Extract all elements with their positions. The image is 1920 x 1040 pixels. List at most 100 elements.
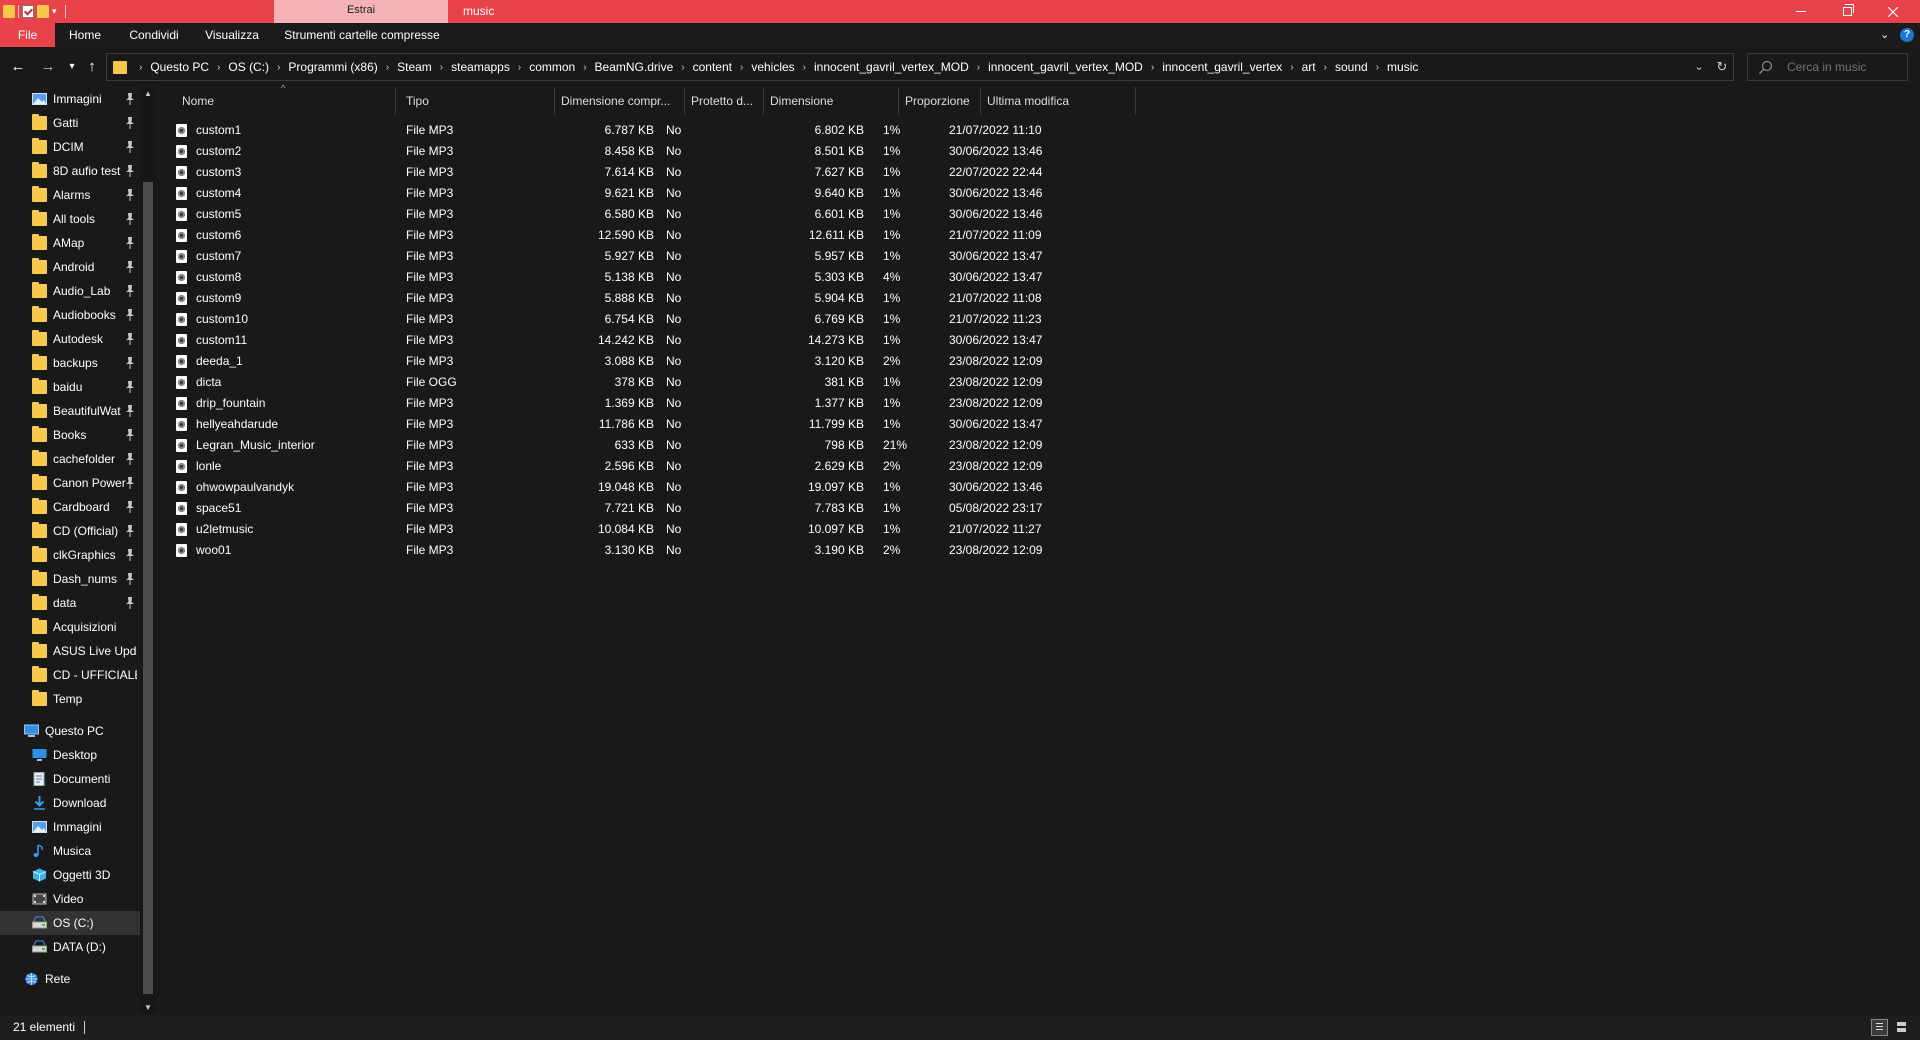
new-folder-icon[interactable] (37, 5, 49, 18)
minimize-button[interactable] (1778, 0, 1824, 23)
file-row[interactable]: custom1 File MP3 6.787 KB No 6.802 KB 1% 21/07… (176, 120, 1376, 141)
breadcrumb-item[interactable]: Steam (397, 60, 432, 74)
breadcrumb-separator-chevron-icon[interactable]: › (1290, 62, 1293, 73)
nav-item[interactable]: Audiobooks (0, 303, 140, 327)
file-row[interactable]: hellyeahdarude File MP3 11.786 KB No 11.799 … (176, 414, 1376, 435)
file-row[interactable]: dicta File OGG 378 KB No 381 KB 1% 23/08/2022 … (176, 372, 1376, 393)
breadcrumb-separator-chevron-icon[interactable]: › (803, 62, 806, 73)
file-row[interactable]: lonle File MP3 2.596 KB No 2.629 KB 2% 23/08/2… (176, 456, 1376, 477)
breadcrumb-item[interactable]: music (1387, 60, 1418, 74)
scroll-up-arrow-icon[interactable]: ▲ (140, 87, 156, 101)
breadcrumb-separator-chevron-icon[interactable]: › (740, 62, 743, 73)
tab-home[interactable]: Home (61, 23, 109, 47)
up-button[interactable]: ↑ (82, 47, 102, 87)
breadcrumb-separator-chevron-icon[interactable]: › (1324, 62, 1327, 73)
breadcrumb-item[interactable]: BeamNG.drive (595, 60, 674, 74)
breadcrumb-separator-chevron-icon[interactable]: › (217, 62, 220, 73)
nav-item[interactable]: OS (C:) (0, 911, 140, 935)
column-header-protected[interactable]: Protetto d... (685, 87, 764, 115)
breadcrumb-item[interactable]: innocent_gavril_vertex_MOD (814, 60, 969, 74)
breadcrumb-item[interactable]: art (1302, 60, 1316, 74)
nav-item[interactable]: Cardboard (0, 495, 140, 519)
breadcrumb-item[interactable]: Programmi (x86) (288, 60, 377, 74)
breadcrumb-item[interactable]: innocent_gavril_vertex_MOD (988, 60, 1143, 74)
nav-item[interactable]: Android (0, 255, 140, 279)
nav-item[interactable]: Oggetti 3D (0, 863, 140, 887)
help-icon[interactable]: ? (1900, 28, 1914, 42)
breadcrumb-separator-chevron-icon[interactable]: › (518, 62, 521, 73)
nav-item[interactable]: All tools (0, 207, 140, 231)
breadcrumb-item[interactable]: innocent_gavril_vertex (1162, 60, 1282, 74)
file-row[interactable]: Legran_Music_interior File MP3 633 KB No 798… (176, 435, 1376, 456)
file-row[interactable]: custom10 File MP3 6.754 KB No 6.769 KB 1% 21/0… (176, 309, 1376, 330)
nav-item[interactable]: Video (0, 887, 140, 911)
file-row[interactable]: space51 File MP3 7.721 KB No 7.783 KB 1% 05/08… (176, 498, 1376, 519)
breadcrumb-separator-chevron-icon[interactable]: › (139, 62, 142, 73)
tab-compressed-folder-tools[interactable]: Strumenti cartelle compresse (276, 23, 448, 47)
column-header-compressed-size[interactable]: Dimensione compr... (555, 87, 685, 115)
breadcrumb-separator-chevron-icon[interactable]: › (681, 62, 684, 73)
close-button[interactable] (1870, 0, 1916, 23)
file-row[interactable]: ohwowpaulvandyk File MP3 19.048 KB No 19.097… (176, 477, 1376, 498)
nav-item[interactable]: Autodesk (0, 327, 140, 351)
nav-item[interactable]: ASUS Live Updat (0, 639, 140, 663)
file-row[interactable]: custom8 File MP3 5.138 KB No 5.303 KB 4% 30/06… (176, 267, 1376, 288)
nav-item[interactable]: DCIM (0, 135, 140, 159)
nav-item[interactable]: 8D aufio test (0, 159, 140, 183)
breadcrumb-separator-chevron-icon[interactable]: › (386, 62, 389, 73)
nav-item[interactable]: AMap (0, 231, 140, 255)
nav-item[interactable]: backups (0, 351, 140, 375)
breadcrumb-item[interactable]: steamapps (451, 60, 510, 74)
nav-item[interactable]: BeautifulWat (0, 399, 140, 423)
restore-button[interactable] (1824, 0, 1870, 23)
nav-item[interactable]: cachefolder (0, 447, 140, 471)
scrollbar-thumb[interactable] (143, 182, 153, 994)
file-row[interactable]: custom5 File MP3 6.580 KB No 6.601 KB 1% 30/06… (176, 204, 1376, 225)
file-row[interactable]: custom7 File MP3 5.927 KB No 5.957 KB 1% 30/06… (176, 246, 1376, 267)
nav-item[interactable]: Questo PC (0, 719, 140, 743)
address-history-chevron-icon[interactable]: ⌄ (1689, 54, 1709, 80)
file-row[interactable]: custom3 File MP3 7.614 KB No 7.627 KB 1% 22/07… (176, 162, 1376, 183)
breadcrumb-separator-chevron-icon[interactable]: › (1151, 62, 1154, 73)
breadcrumb-item[interactable]: sound (1335, 60, 1368, 74)
back-button[interactable]: ← (8, 47, 28, 87)
nav-item[interactable]: Desktop (0, 743, 140, 767)
column-header-modified[interactable]: Ultima modifica (981, 87, 1136, 115)
nav-item[interactable]: Canon Power (0, 471, 140, 495)
nav-item[interactable]: Download (0, 791, 140, 815)
breadcrumb-item[interactable]: vehicles (751, 60, 794, 74)
nav-item[interactable]: Temp (0, 687, 140, 711)
chevron-down-icon[interactable]: ▾ (52, 5, 62, 18)
nav-item[interactable]: Immagini (0, 87, 140, 111)
file-row[interactable]: woo01 File MP3 3.130 KB No 3.190 KB 2% 23/08/2… (176, 540, 1376, 561)
nav-item[interactable]: Musica (0, 839, 140, 863)
nav-item[interactable]: Alarms (0, 183, 140, 207)
file-row[interactable]: custom6 File MP3 12.590 KB No 12.611 KB 1% 21/… (176, 225, 1376, 246)
tab-share[interactable]: Condividi (118, 23, 190, 47)
large-icons-view-button[interactable] (1893, 1019, 1910, 1036)
breadcrumb-item[interactable]: common (529, 60, 575, 74)
breadcrumb-separator-chevron-icon[interactable]: › (277, 62, 280, 73)
refresh-icon[interactable]: ↻ (1712, 54, 1732, 80)
column-header-size[interactable]: Dimensione (764, 87, 899, 115)
column-header-type[interactable]: Tipo (400, 87, 555, 115)
breadcrumb-separator-chevron-icon[interactable]: › (440, 62, 443, 73)
file-row[interactable]: custom11 File MP3 14.242 KB No 14.273 KB 1% 30… (176, 330, 1376, 351)
properties-icon[interactable] (22, 5, 34, 18)
nav-item[interactable]: clkGraphics (0, 543, 140, 567)
nav-item[interactable]: Books (0, 423, 140, 447)
breadcrumb-item[interactable]: content (693, 60, 732, 74)
navigation-pane-scrollbar[interactable]: ▲ ▼ (140, 87, 156, 1015)
file-row[interactable]: custom4 File MP3 9.621 KB No 9.640 KB 1% 30/06… (176, 183, 1376, 204)
breadcrumb-item[interactable]: OS (C:) (228, 60, 269, 74)
nav-item[interactable]: Immagini (0, 815, 140, 839)
nav-item[interactable]: data (0, 591, 140, 615)
nav-item[interactable]: CD - UFFICIALE (0, 663, 140, 687)
column-header-ratio[interactable]: Proporzione (899, 87, 981, 115)
tab-view[interactable]: Visualizza (197, 23, 267, 47)
nav-item[interactable]: Audio_Lab (0, 279, 140, 303)
nav-item[interactable]: CD (Official) (0, 519, 140, 543)
tab-file[interactable]: File (0, 23, 55, 47)
file-row[interactable]: custom9 File MP3 5.888 KB No 5.904 KB 1% 21/07… (176, 288, 1376, 309)
nav-item[interactable]: Rete (0, 967, 140, 991)
